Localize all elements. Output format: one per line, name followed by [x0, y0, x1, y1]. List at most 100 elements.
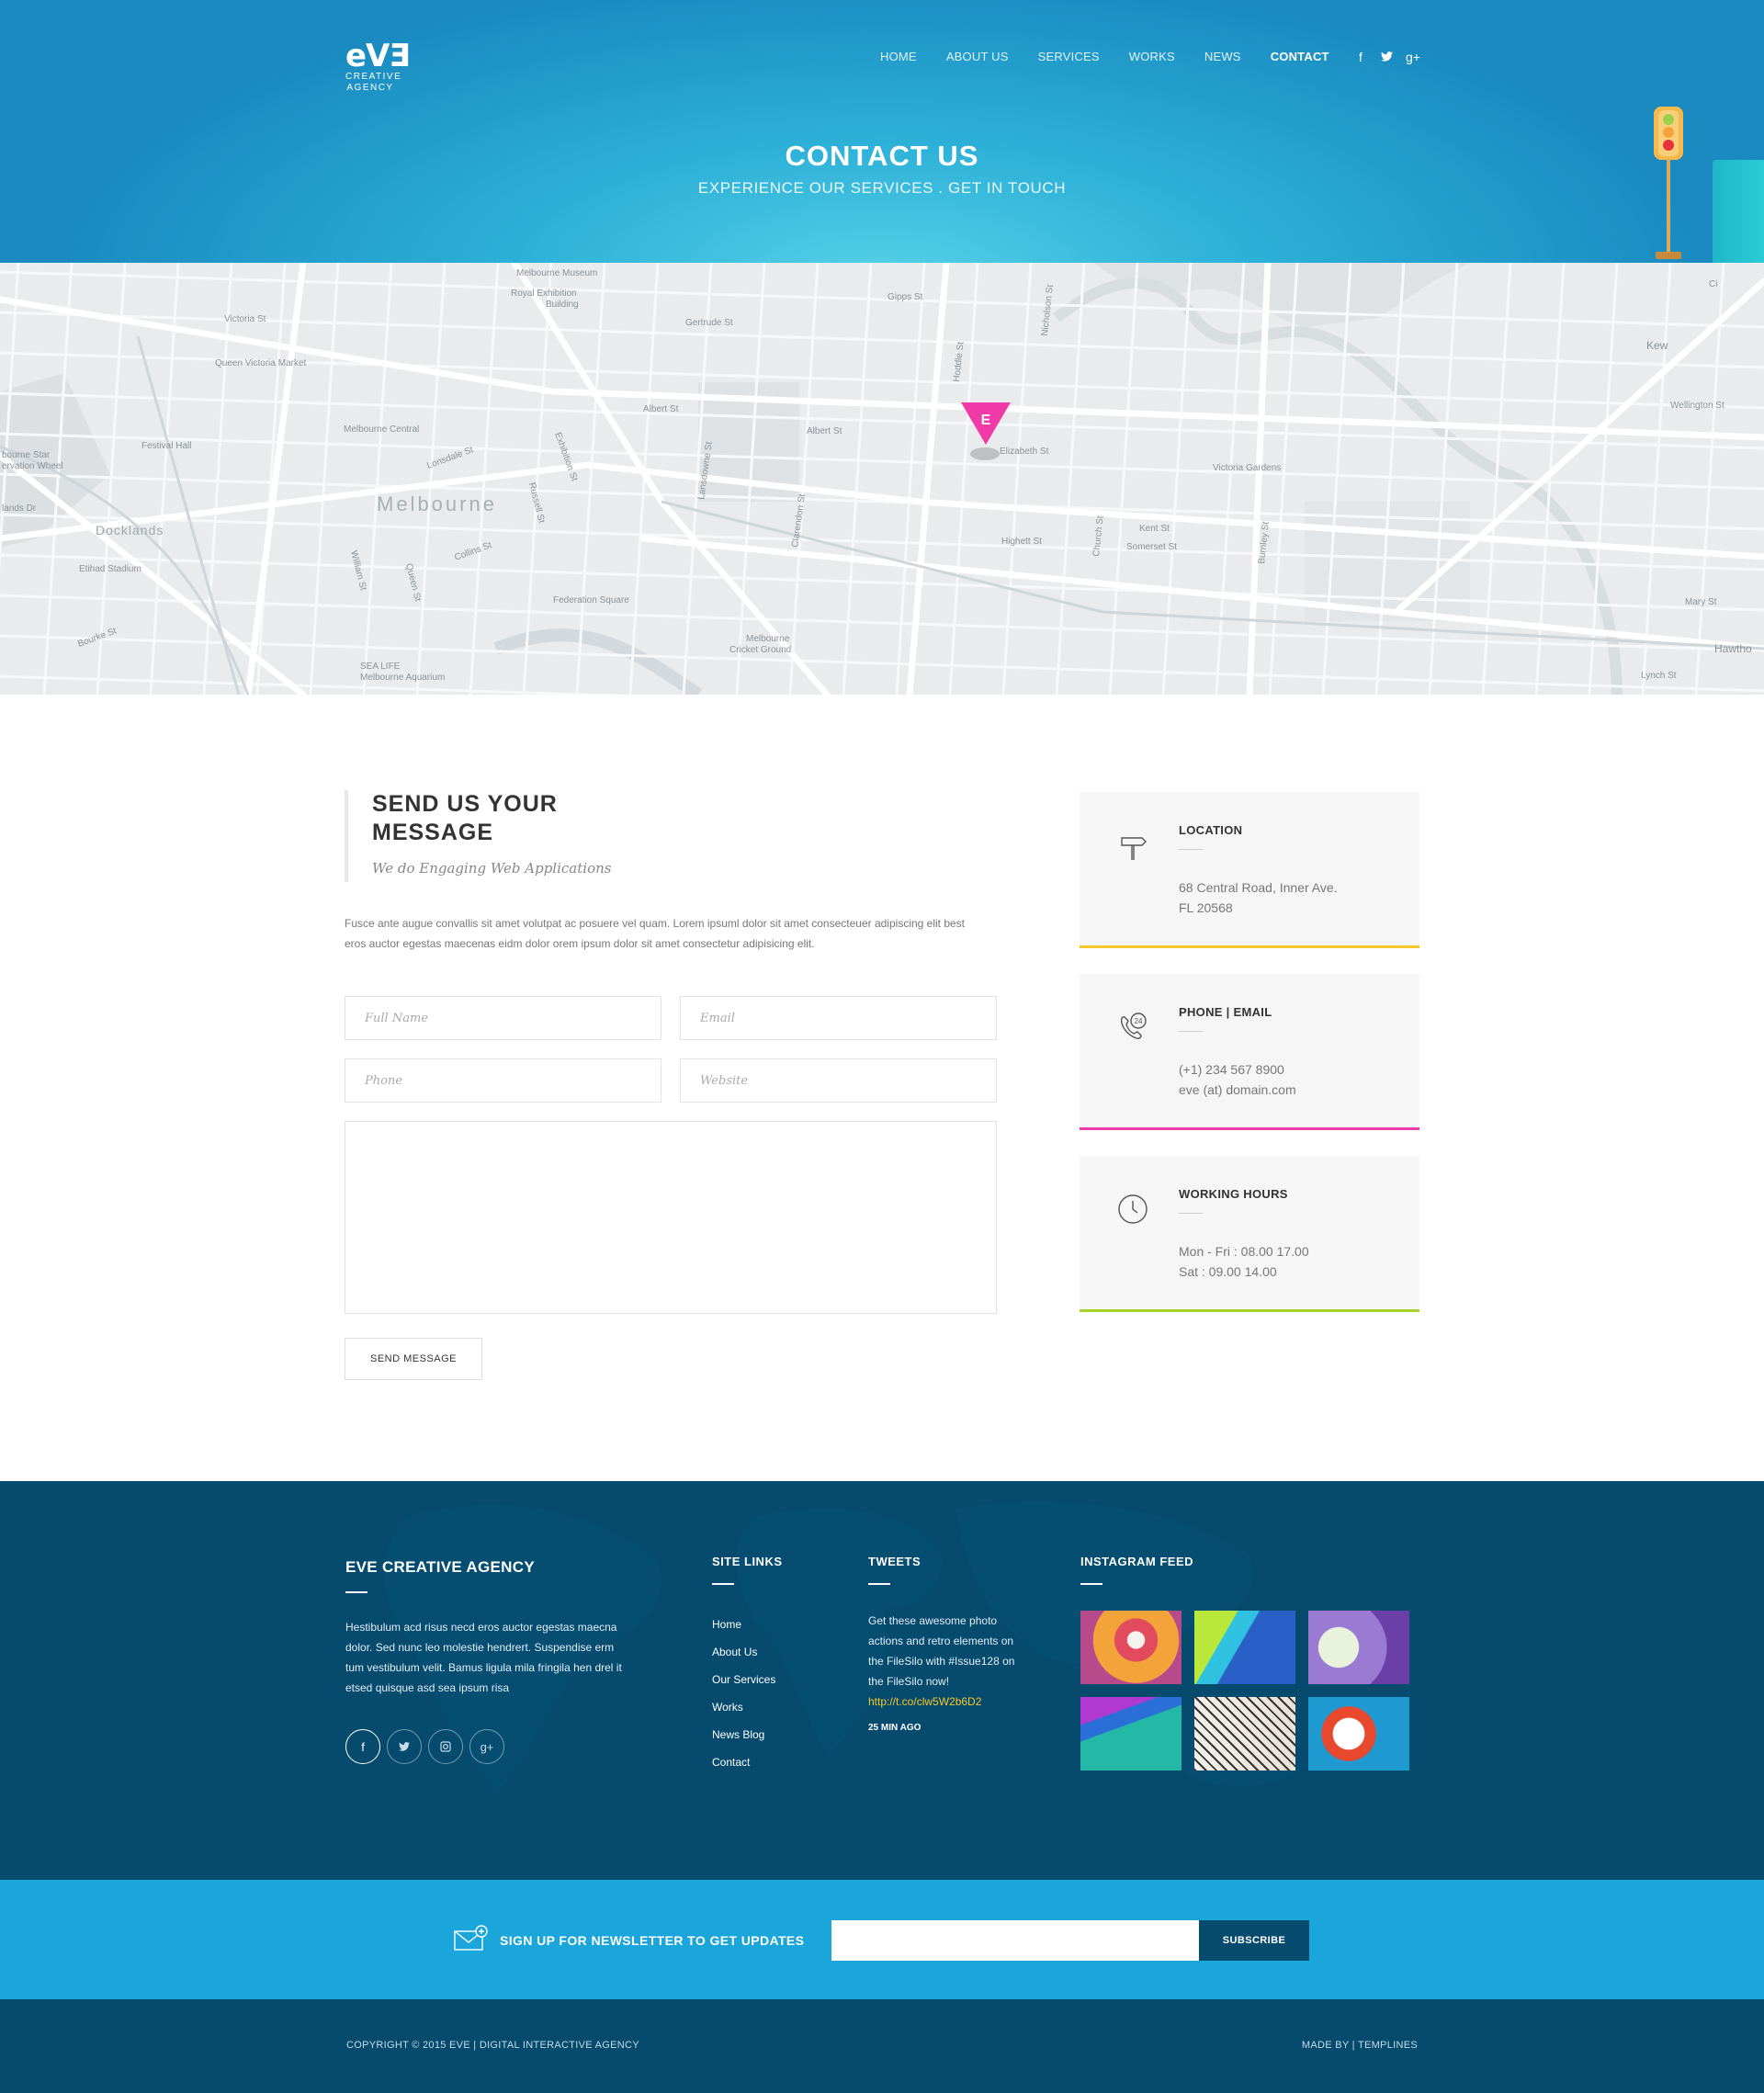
map-label-city: Melbourne [377, 492, 497, 515]
map-marker-letter: E [981, 413, 991, 428]
working-hours-title: WORKING HOURS [1179, 1187, 1288, 1201]
footer-link-works[interactable]: Works [712, 1693, 783, 1721]
map-label-albert-st-2: Albert St [807, 426, 842, 436]
svg-text:24: 24 [1135, 1017, 1143, 1025]
footer-link-about[interactable]: About Us [712, 1638, 783, 1666]
send-message-button[interactable]: SEND MESSAGE [345, 1338, 482, 1380]
map-label-mcg-1: Melbourne [746, 634, 790, 644]
newsletter-email-input[interactable] [831, 1920, 1199, 1961]
phone-field[interactable] [345, 1058, 662, 1103]
map-label-star-1: bourne Star [2, 450, 51, 460]
facebook-icon[interactable]: f [1354, 50, 1367, 64]
nav-about-us[interactable]: ABOUT US [946, 50, 1009, 63]
made-by-text[interactable]: MADE BY | TEMPLINES [1302, 2040, 1418, 2051]
footer-socials: f g+ [345, 1729, 630, 1764]
location-map[interactable]: Melbourne Docklands Melbourne Museum Roy… [0, 263, 1764, 695]
facebook-icon[interactable]: f [345, 1729, 380, 1764]
instagram-photo[interactable] [1194, 1611, 1295, 1684]
map-label-qvm: Queen Victoria Market [215, 358, 307, 368]
location-line-1: 68 Central Road, Inner Ave. [1179, 880, 1338, 895]
logo-line-1: CREATIVE [345, 72, 402, 82]
page-subtitle: EXPERIENCE OUR SERVICES . GET IN TOUCH [697, 179, 1067, 197]
twitter-icon[interactable] [1380, 50, 1393, 64]
footer-link-contact[interactable]: Contact [712, 1748, 783, 1776]
map-label-highett-st: Highett St [1001, 537, 1042, 547]
site-links-list: Home About Us Our Services Works News Bl… [712, 1611, 783, 1776]
form-intro: Fusce ante augue convallis sit amet volu… [345, 917, 966, 950]
tweets-title: TWEETS [868, 1555, 922, 1568]
message-field[interactable] [345, 1121, 997, 1314]
form-row-1 [345, 996, 997, 1040]
tweet-link[interactable]: http://t.co/clw5W2b6D2 [868, 1695, 981, 1708]
logo-mark: eVƎ [345, 38, 411, 74]
location-accent-bar [1080, 945, 1419, 948]
map-label-sealife-1: SEA LIFE [360, 662, 401, 672]
footer-link-services[interactable]: Our Services [712, 1666, 783, 1693]
divider [1179, 1213, 1203, 1214]
twitter-icon[interactable] [387, 1729, 422, 1764]
working-hours-card: WORKING HOURS Mon - Fri : 08.00 17.00 Sa… [1080, 1156, 1419, 1312]
newsletter-bar: SIGN UP FOR NEWSLETTER TO GET UPDATES SU… [0, 1880, 1764, 1999]
site-links-title: SITE LINKS [712, 1555, 783, 1568]
full-name-field[interactable] [345, 996, 662, 1040]
footer-tweets: TWEETS Get these awesome photo actions a… [868, 1555, 1024, 1733]
footer-about-title: EVE CREATIVE AGENCY [345, 1558, 535, 1576]
email-line: eve (at) domain.com [1179, 1082, 1296, 1097]
instagram-grid [1080, 1611, 1409, 1771]
nav-news[interactable]: NEWS [1204, 50, 1241, 63]
hours-saturday: Sat : 09.00 14.00 [1179, 1264, 1277, 1279]
instagram-photo[interactable] [1080, 1697, 1182, 1771]
map-label-docklands: Docklands [96, 523, 164, 537]
map-label-sealife-2: Melbourne Aquarium [360, 673, 445, 683]
map-label-star-2: ervation Wheel [2, 461, 63, 471]
location-line-2: FL 20568 [1179, 900, 1233, 915]
footer-about: EVE CREATIVE AGENCY Hestibulum acd risus… [345, 1555, 630, 1764]
hero-header: eVƎ CREATIVE AGENCY HOME ABOUT US SERVIC… [0, 0, 1764, 263]
footer-link-home[interactable]: Home [712, 1611, 783, 1638]
map-label-gipps-st: Gipps St [888, 292, 923, 302]
map-label-mcg-2: Cricket Ground [729, 645, 791, 655]
nav-works[interactable]: WORKS [1129, 50, 1175, 63]
logo[interactable]: eVƎ CREATIVE AGENCY [345, 38, 411, 94]
instagram-photo[interactable] [1308, 1697, 1409, 1771]
signpost-icon [1121, 837, 1147, 860]
map-label-museum: Melbourne Museum [516, 268, 597, 278]
website-field[interactable] [680, 1058, 997, 1103]
google-plus-icon[interactable]: g+ [1406, 50, 1420, 64]
nav-home[interactable]: HOME [880, 50, 917, 63]
location-card: LOCATION 68 Central Road, Inner Ave. FL … [1080, 792, 1419, 948]
envelope-icon [454, 1925, 488, 1951]
email-field[interactable] [680, 996, 997, 1040]
copyright-bar: COPYRIGHT © 2015 EVE | DIGITAL INTERACTI… [0, 1999, 1764, 2093]
phone-email-title: PHONE | EMAIL [1179, 1005, 1272, 1019]
footer-instagram: INSTAGRAM FEED [1080, 1555, 1409, 1771]
logo-line-2: AGENCY [346, 83, 394, 93]
map-label-festival: Festival Hall [141, 441, 191, 451]
map-label-kew: Kew [1646, 339, 1668, 352]
copyright-text: COPYRIGHT © 2015 EVE | DIGITAL INTERACTI… [346, 2040, 639, 2051]
subscribe-button[interactable]: SUBSCRIBE [1199, 1920, 1309, 1961]
tweet-time: 25 MIN AGO [868, 1723, 922, 1733]
instagram-icon[interactable] [428, 1729, 463, 1764]
newsletter-text: SIGN UP FOR NEWSLETTER TO GET UPDATES [500, 1933, 805, 1948]
divider [1179, 1031, 1203, 1032]
footer-link-news-blog[interactable]: News Blog [712, 1721, 783, 1748]
form-tagline: We do Engaging Web Applications [372, 860, 612, 877]
nav-contact[interactable]: CONTACT [1271, 50, 1329, 63]
hours-accent-bar [1080, 1309, 1419, 1312]
tweet-text-block: Get these awesome photo actions and retr… [868, 1611, 1024, 1712]
google-plus-icon[interactable]: g+ [469, 1729, 504, 1764]
contact-form-section: SEND US YOUR MESSAGE We do Engaging Web … [345, 790, 997, 1380]
instagram-photo[interactable] [1194, 1697, 1295, 1771]
map-label-elizabeth-st: Elizabeth St [1000, 447, 1049, 457]
map-label-somerset-st: Somerset St [1126, 542, 1177, 552]
header-socials: f g+ [1354, 50, 1420, 64]
instagram-photo[interactable] [1080, 1611, 1182, 1684]
map-label-exhibition-2: Building [546, 300, 579, 310]
nav-services[interactable]: SERVICES [1038, 50, 1100, 63]
instagram-photo[interactable] [1308, 1611, 1409, 1684]
map-label-central: Melbourne Central [344, 424, 419, 435]
footer-about-text: Hestibulum acd risus necd eros auctor eg… [345, 1621, 622, 1694]
form-heading: SEND US YOUR MESSAGE [372, 791, 558, 845]
map-label-mary-st: Mary St [1685, 597, 1717, 607]
